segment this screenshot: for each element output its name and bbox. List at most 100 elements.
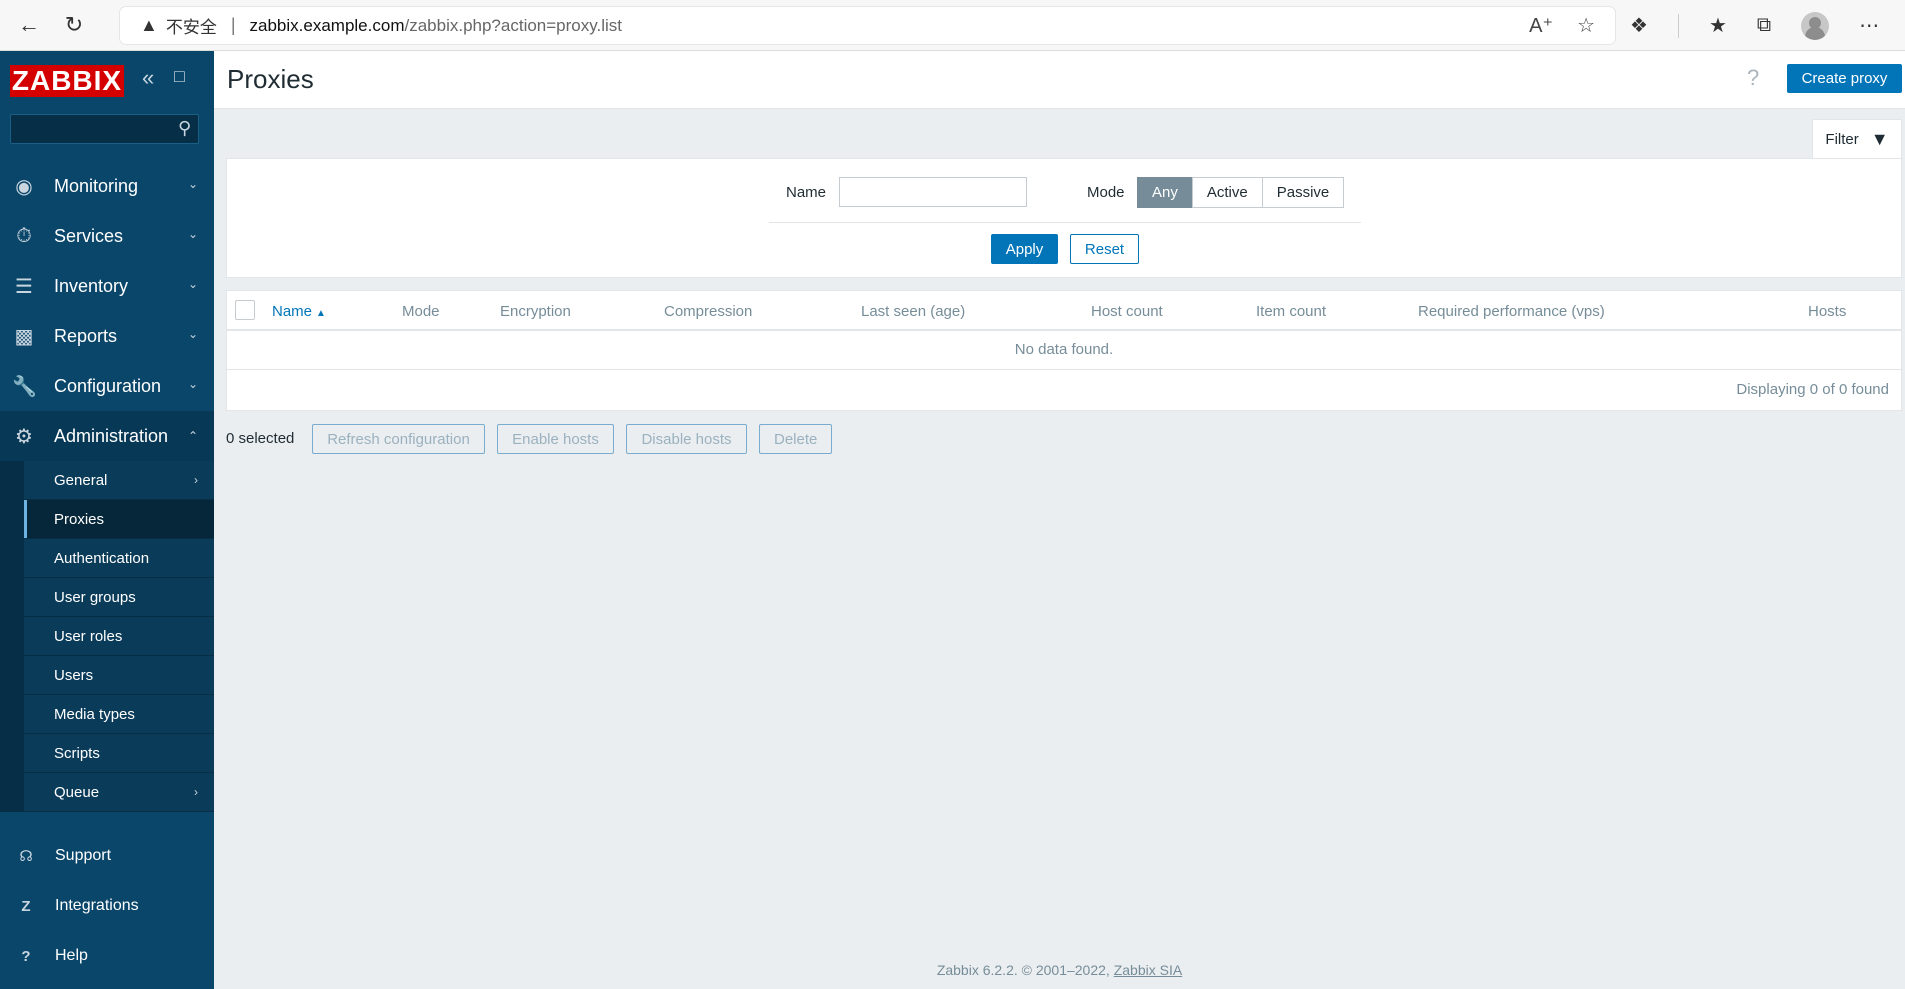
menu-item-help[interactable]: ? Help <box>0 931 214 981</box>
filter-panel: Name Mode Any Active Passive Apply Reset <box>226 158 1902 278</box>
column-header-last-seen: Last seen (age) <box>861 303 966 320</box>
menu-label: Reports <box>54 325 118 346</box>
browser-toolbar: ← ↻ ▲ 不安全 | zabbix.example.com/zabbix.ph… <box>0 0 1905 51</box>
menu-item-services[interactable]: ⏱ Services ⌄ <box>0 211 214 261</box>
submenu-item-user-groups[interactable]: User groups <box>24 578 214 617</box>
collapse-sidebar-icon[interactable]: « <box>142 65 154 91</box>
favorites-icon[interactable]: ★ <box>1709 13 1727 38</box>
more-menu-icon[interactable]: ⋯ <box>1859 13 1879 38</box>
menu-label: Administration <box>54 425 169 446</box>
submenu-item-scripts[interactable]: Scripts <box>24 734 214 773</box>
selected-count: 0 selected <box>226 430 295 447</box>
question-icon: ? <box>21 947 31 965</box>
z-icon: Z <box>21 897 31 915</box>
enable-hosts-button[interactable]: Enable hosts <box>497 424 614 454</box>
submenu-item-user-roles[interactable]: User roles <box>24 617 214 656</box>
footer-zabbix-sia-link[interactable]: Zabbix SIA <box>1114 962 1182 978</box>
refresh-configuration-button[interactable]: Refresh configuration <box>312 424 485 454</box>
submenu-label: Proxies <box>54 510 105 528</box>
column-header-name[interactable]: Name ▲ <box>272 303 326 320</box>
reset-button[interactable]: Reset <box>1070 234 1139 264</box>
table-header: Name ▲ Mode Encryption Compression Last s… <box>227 291 1901 331</box>
url-path: /zabbix.php?action=proxy.list <box>404 15 622 35</box>
apply-button[interactable]: Apply <box>991 234 1058 264</box>
funnel-icon: ▼ <box>1870 129 1889 149</box>
chevron-down-icon: ⌄ <box>187 377 198 391</box>
main-menu: ◉ Monitoring ⌄ ⏱ Services ⌄ ☰ Inventory … <box>0 161 214 812</box>
submenu-item-authentication[interactable]: Authentication <box>24 539 214 578</box>
column-header-required-performance: Required performance (vps) <box>1418 303 1605 320</box>
disable-hosts-button[interactable]: Disable hosts <box>626 424 747 454</box>
headset-icon: ☊ <box>19 848 33 865</box>
help-icon[interactable]: ? <box>1747 65 1759 91</box>
submenu-item-proxies[interactable]: Proxies <box>24 500 214 539</box>
chevron-down-icon: ⌄ <box>187 277 198 291</box>
back-arrow-icon[interactable]: ← <box>9 5 49 45</box>
menu-label: Help <box>55 947 88 964</box>
zabbix-logo[interactable]: ZABBIX <box>10 65 124 97</box>
chevron-down-icon: ⌄ <box>187 227 198 241</box>
menu-label: Inventory <box>54 275 129 296</box>
add-favorite-icon[interactable]: ☆ <box>1577 13 1595 38</box>
sidebar: ZABBIX « □ ⚲ ◉ Monitoring ⌄ ⏱ Services ⌄… <box>0 51 214 989</box>
list-icon: ☰ <box>15 275 33 298</box>
column-header-host-count: Host count <box>1091 303 1163 320</box>
mode-option-any[interactable]: Any <box>1137 177 1193 208</box>
search-icon[interactable]: ⚲ <box>178 118 208 139</box>
submenu-item-users[interactable]: Users <box>24 656 214 695</box>
menu-item-support[interactable]: ☊ Support <box>0 831 214 881</box>
column-label: Name <box>272 303 313 320</box>
eye-icon: ◉ <box>15 175 33 198</box>
filter-divider <box>769 222 1361 223</box>
submenu-label: Authentication <box>54 549 150 567</box>
filter-tab[interactable]: Filter ▼ <box>1812 119 1902 159</box>
submenu-label: User groups <box>54 588 136 606</box>
submenu-item-general[interactable]: General › <box>24 461 214 500</box>
reload-icon[interactable]: ↻ <box>54 5 94 45</box>
delete-button[interactable]: Delete <box>759 424 832 454</box>
insecure-label: 不安全 <box>165 18 217 37</box>
gear-icon: ⚙ <box>15 425 33 448</box>
menu-label: Services <box>54 225 124 246</box>
url-separator: | <box>230 15 236 35</box>
menu-item-reports[interactable]: ▩ Reports ⌄ <box>0 311 214 361</box>
chevron-right-icon: › <box>194 473 198 487</box>
collections-icon[interactable]: ⧉ <box>1757 14 1771 37</box>
submenu-label: Queue <box>54 783 100 801</box>
column-header-hosts: Hosts <box>1808 303 1847 320</box>
read-aloud-icon[interactable]: A⁺ <box>1529 13 1553 38</box>
kiosk-mode-icon[interactable]: □ <box>174 67 192 85</box>
filter-mode-label: Mode <box>1087 184 1125 201</box>
extensions-icon[interactable]: ❖ <box>1630 13 1648 38</box>
sort-asc-icon: ▲ <box>316 308 326 319</box>
menu-label: Configuration <box>54 375 162 396</box>
mode-option-active[interactable]: Active <box>1191 177 1263 208</box>
filter-name-input[interactable] <box>839 177 1027 207</box>
submenu-item-queue[interactable]: Queue › <box>24 773 214 812</box>
submenu-item-media-types[interactable]: Media types <box>24 695 214 734</box>
address-bar[interactable]: ▲ 不安全 | zabbix.example.com/zabbix.php?ac… <box>120 7 1615 44</box>
submenu-label: User roles <box>54 627 123 645</box>
wrench-icon: 🔧 <box>12 375 37 398</box>
menu-item-integrations[interactable]: Z Integrations <box>0 881 214 931</box>
profile-avatar[interactable] <box>1801 11 1830 40</box>
select-all-checkbox[interactable] <box>235 300 255 320</box>
sidebar-search-input[interactable] <box>10 114 199 144</box>
column-header-encryption: Encryption <box>500 303 571 320</box>
menu-item-inventory[interactable]: ☰ Inventory ⌄ <box>0 261 214 311</box>
menu-label: Integrations <box>55 897 139 914</box>
column-header-compression: Compression <box>664 303 753 320</box>
menu-item-administration[interactable]: ⚙ Administration ⌃ <box>0 411 214 461</box>
administration-submenu: General › Proxies Authentication User gr… <box>0 461 214 812</box>
chevron-down-icon: ⌄ <box>187 327 198 341</box>
filter-tab-label: Filter <box>1825 131 1859 148</box>
mode-option-passive[interactable]: Passive <box>1261 177 1345 208</box>
menu-item-configuration[interactable]: 🔧 Configuration ⌄ <box>0 361 214 411</box>
chevron-right-icon: › <box>194 785 198 799</box>
bottom-menu: ☊ Support Z Integrations ? Help <box>0 831 214 981</box>
page-header: Proxies ? Create proxy <box>214 51 1905 109</box>
create-proxy-button[interactable]: Create proxy <box>1787 64 1902 93</box>
toolbar-divider <box>1677 13 1679 38</box>
menu-item-monitoring[interactable]: ◉ Monitoring ⌄ <box>0 161 214 211</box>
url-host: zabbix.example.com <box>249 15 405 35</box>
